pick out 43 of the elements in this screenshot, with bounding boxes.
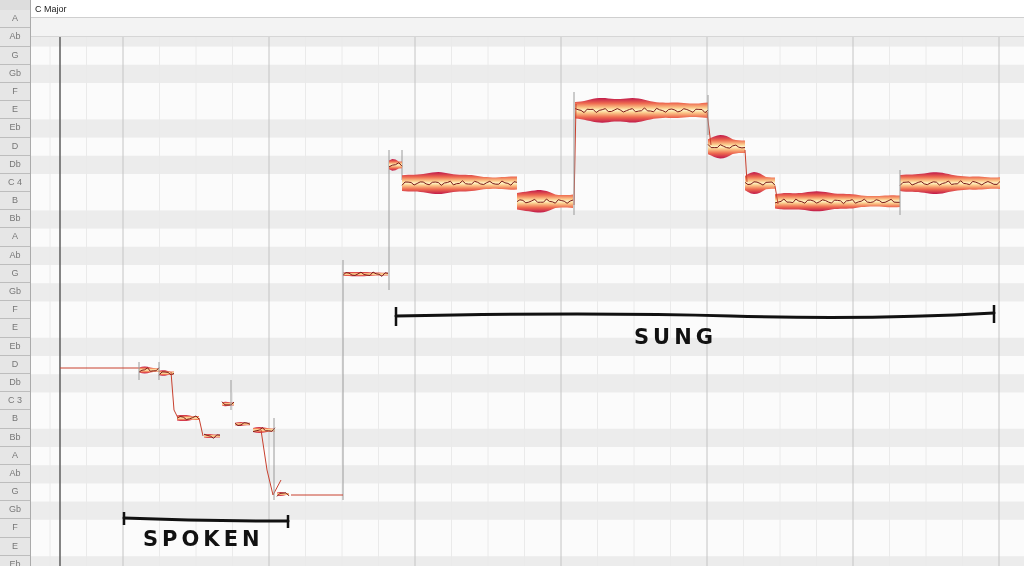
pitch-line (744, 149, 748, 183)
piano-key-label: A (0, 10, 30, 29)
note-blob[interactable] (899, 172, 1001, 194)
pitch-line (774, 185, 779, 205)
piano-key-label: Eb (0, 119, 30, 138)
note-blob[interactable] (401, 172, 518, 195)
piano-key-label: Eb (0, 555, 30, 566)
piano-key-label: Gb (0, 283, 30, 302)
note-blob[interactable] (707, 135, 746, 159)
piano-key-label: G (0, 483, 30, 502)
piano-key-label: A (0, 228, 30, 247)
piano-key-label: E (0, 101, 30, 120)
note-blob[interactable] (158, 370, 175, 376)
note-blob[interactable] (176, 414, 200, 422)
piano-key-label: C 3 (0, 392, 30, 411)
note-blob[interactable] (234, 422, 251, 426)
pitch-line (260, 429, 282, 496)
pitch-line (170, 371, 179, 419)
note-blob[interactable] (138, 366, 160, 374)
key-label[interactable]: C Major (35, 4, 67, 14)
piano-key-label: Ab (0, 28, 30, 47)
note-blob[interactable] (276, 492, 290, 497)
note-blob[interactable] (516, 190, 574, 213)
note-blob[interactable] (574, 97, 709, 123)
pitch-line (290, 494, 344, 496)
note-blob[interactable] (774, 191, 901, 212)
pitch-line (706, 111, 712, 146)
handwritten-label: SPOKEN (143, 529, 264, 550)
note-blob[interactable] (203, 433, 221, 439)
piano-key-label: Bb (0, 210, 30, 229)
piano-key-label: Gb (0, 501, 30, 520)
note-blob[interactable] (744, 172, 776, 195)
note-blob[interactable] (342, 271, 389, 277)
note-blob[interactable] (388, 159, 403, 171)
piano-key-label: E (0, 319, 30, 338)
piano-key-label: F (0, 519, 30, 538)
piano-key-label: F (0, 301, 30, 320)
piano-key-label: B (0, 192, 30, 211)
note-blob[interactable] (221, 401, 235, 407)
handwritten-label: SUNG (634, 327, 717, 348)
note-blob[interactable] (252, 427, 276, 433)
piano-key-label: B (0, 410, 30, 429)
pitch-line (198, 417, 204, 437)
